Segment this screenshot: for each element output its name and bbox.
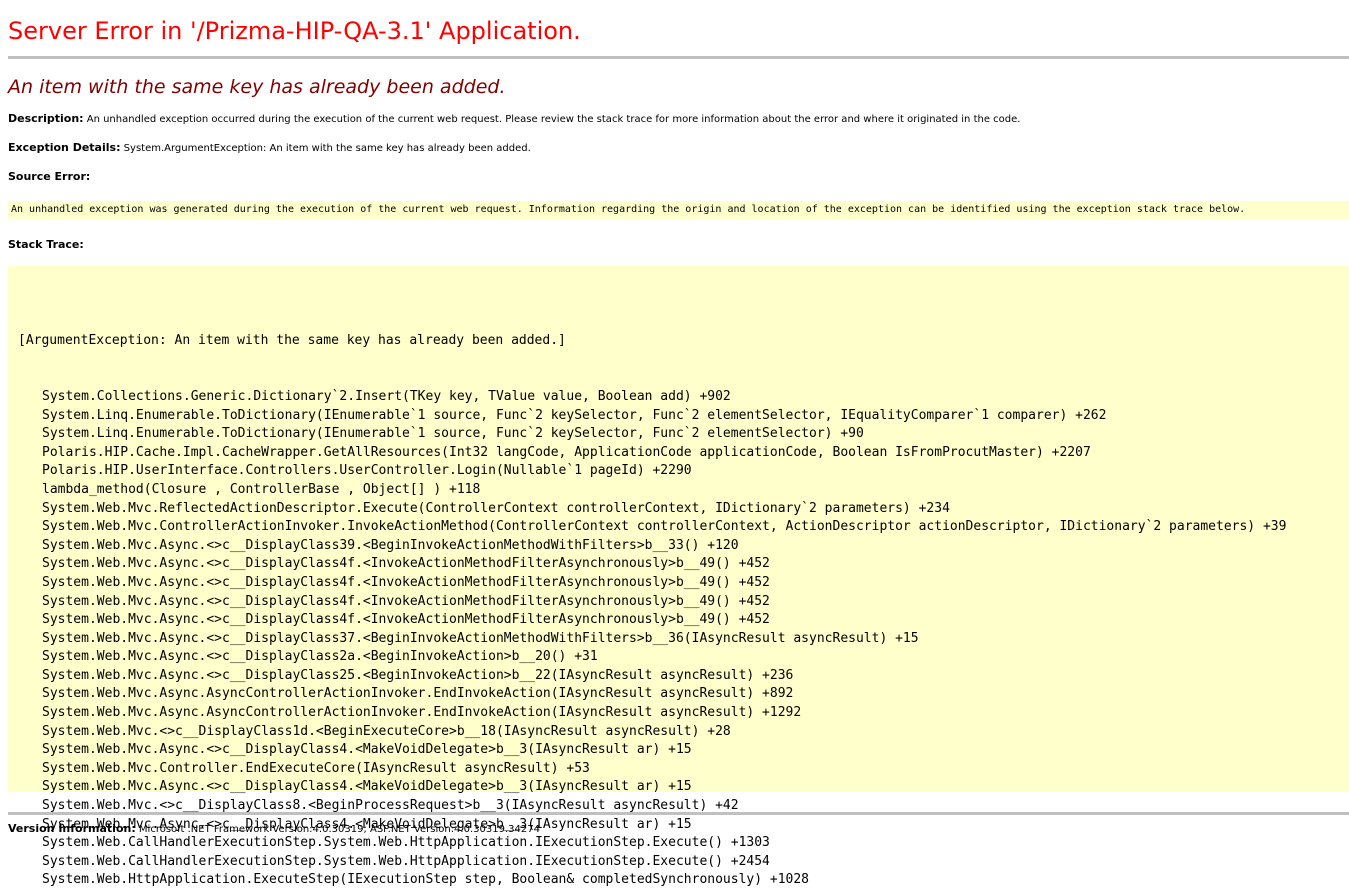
stack-trace-line: System.Web.Mvc.ReflectedActionDescriptor…	[42, 500, 950, 516]
source-error-row: Source Error:	[8, 170, 1349, 185]
description-row: Description: An unhandled exception occu…	[8, 112, 1349, 127]
stack-trace-line: Polaris.HIP.Cache.Impl.CacheWrapper.GetA…	[42, 444, 1091, 460]
source-error-label: Source Error:	[8, 170, 91, 183]
stack-trace-line: System.Web.Mvc.Async.<>c__DisplayClass4f…	[42, 593, 770, 609]
page-title: Server Error in '/Prizma-HIP-QA-3.1' App…	[8, 17, 581, 45]
exception-details-label: Exception Details:	[8, 141, 121, 154]
stack-trace-line: System.Web.Mvc.<>c__DisplayClass1d.<Begi…	[42, 723, 731, 739]
stack-trace-line: System.Web.Mvc.Async.<>c__DisplayClass25…	[42, 667, 794, 683]
stack-trace-box: [ArgumentException: An item with the sam…	[8, 266, 1349, 887]
stack-trace-line: System.Web.Mvc.Async.<>c__DisplayClass4.…	[42, 779, 692, 795]
source-error-box: An unhandled exception was generated dur…	[8, 201, 1349, 219]
stack-trace-line: System.Web.Mvc.Async.AsyncControllerActi…	[42, 686, 794, 702]
error-message: An item with the same key has already be…	[8, 76, 506, 98]
stack-trace-line: System.Web.Mvc.Async.<>c__DisplayClass2a…	[42, 649, 598, 665]
stack-trace-line: System.Web.Mvc.Controller.EndExecuteCore…	[42, 760, 590, 776]
description-label: Description:	[8, 112, 84, 125]
stack-trace-line: System.Web.CallHandlerExecutionStep.Syst…	[42, 835, 770, 851]
stack-trace-line: System.Linq.Enumerable.ToDictionary(IEnu…	[42, 407, 1107, 423]
stack-trace-line: lambda_method(Closure , ControllerBase ,…	[42, 481, 481, 497]
title-divider	[8, 56, 1349, 59]
stack-trace-line: System.Web.Mvc.Async.<>c__DisplayClass37…	[42, 630, 919, 646]
stack-trace-line: System.Collections.Generic.Dictionary`2.…	[42, 388, 731, 404]
stack-trace-line: System.Web.Mvc.ControllerActionInvoker.I…	[42, 519, 1287, 535]
exception-details-row: Exception Details: System.ArgumentExcept…	[8, 141, 1349, 156]
stack-trace-header: [ArgumentException: An item with the sam…	[18, 333, 566, 349]
description-text: An unhandled exception occurred during t…	[86, 114, 1021, 125]
exception-details-text: System.ArgumentException: An item with t…	[123, 143, 531, 154]
stack-trace-line: System.Web.Mvc.Async.<>c__DisplayClass4.…	[42, 742, 692, 758]
version-info-text: Microsoft .NET Framework Version:4.0.303…	[138, 824, 540, 835]
stack-trace-line: System.Web.Mvc.Async.<>c__DisplayClass4f…	[42, 574, 770, 590]
stack-trace-label: Stack Trace:	[8, 238, 84, 251]
stack-trace-line: System.Web.Mvc.Async.<>c__DisplayClass4f…	[42, 556, 770, 572]
stack-trace-line: System.Web.Mvc.Async.AsyncControllerActi…	[42, 705, 802, 721]
version-info-label: Version Information:	[8, 822, 136, 835]
stack-trace-line: System.Web.HttpApplication.ExecuteStep(I…	[42, 872, 810, 888]
stack-trace-row: Stack Trace:	[8, 238, 1349, 253]
stack-trace-line: System.Web.CallHandlerExecutionStep.Syst…	[42, 853, 770, 869]
stack-trace-line: System.Web.Mvc.Async.<>c__DisplayClass39…	[42, 537, 739, 553]
stack-trace-line: Polaris.HIP.UserInterface.Controllers.Us…	[42, 463, 692, 479]
error-page: Server Error in '/Prizma-HIP-QA-3.1' App…	[0, 0, 1349, 887]
stack-trace-line: System.Web.Mvc.Async.<>c__DisplayClass4f…	[42, 612, 770, 628]
stack-trace-line: System.Linq.Enumerable.ToDictionary(IEnu…	[42, 426, 864, 442]
